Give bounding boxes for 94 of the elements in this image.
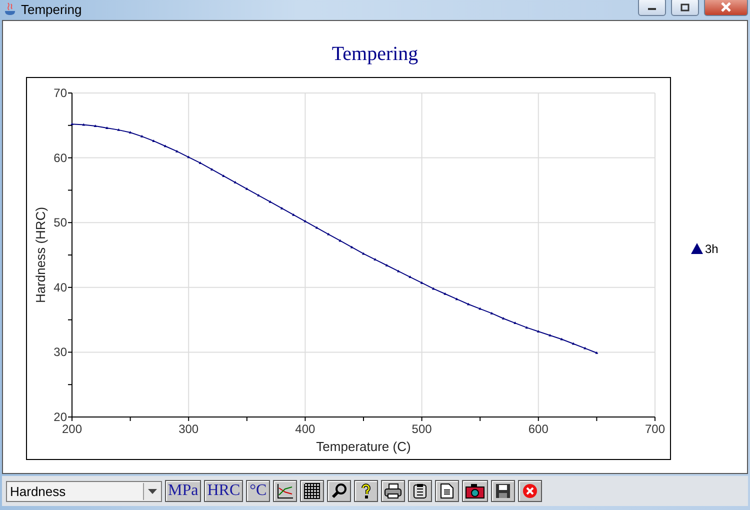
data-point [548, 334, 552, 336]
search-icon [331, 483, 348, 499]
x-tick-label: 500 [412, 422, 432, 436]
data-point [175, 150, 178, 152]
data-point [490, 312, 494, 314]
close-button[interactable] [704, 0, 748, 16]
data-point [94, 124, 97, 128]
maximize-button[interactable] [671, 0, 699, 16]
document-button[interactable] [435, 480, 460, 502]
data-point [245, 187, 248, 190]
data-point [595, 351, 598, 354]
camera-button[interactable] [462, 480, 488, 502]
save-button[interactable] [491, 480, 516, 502]
y-tick-label: 20 [54, 410, 67, 424]
data-point [257, 194, 260, 196]
document-icon [440, 483, 454, 499]
data-point [327, 232, 330, 236]
data-point [210, 168, 214, 170]
legend-label: 3h [705, 242, 718, 256]
y-tick-label: 40 [54, 280, 67, 294]
data-point [560, 338, 564, 340]
save-icon [495, 483, 512, 499]
x-tick-label: 600 [528, 422, 548, 436]
printer-icon [384, 483, 402, 499]
data-point [525, 326, 528, 329]
clipboard-button[interactable] [408, 480, 432, 502]
data-point [374, 258, 377, 261]
maximize-icon [680, 2, 690, 12]
data-point [536, 330, 540, 332]
data-point [408, 276, 412, 278]
chart-button[interactable] [273, 480, 298, 502]
data-point [514, 322, 517, 324]
data-point [292, 213, 296, 216]
unit-button[interactable]: °C [246, 480, 270, 502]
x-tick-label: 300 [178, 422, 199, 436]
app-icon [4, 2, 16, 16]
grid-button[interactable] [300, 480, 324, 502]
y-tick-label: 50 [54, 216, 67, 230]
help-button[interactable] [354, 480, 378, 502]
y-axis-label: Hardness (HRC) [33, 206, 48, 304]
x-tick-label: 400 [295, 422, 316, 436]
data-point [187, 156, 190, 158]
data-point [466, 302, 470, 306]
data-point [152, 139, 156, 142]
y-tick-label: 30 [54, 345, 67, 360]
x-tick-label: 700 [644, 422, 666, 436]
data-point [572, 342, 575, 345]
data-point [82, 123, 86, 126]
close-button[interactable] [518, 480, 542, 502]
data-point [234, 180, 237, 184]
minimize-button[interactable] [638, 0, 666, 16]
data-point [140, 134, 144, 138]
data-point [350, 246, 354, 248]
data-point [432, 287, 435, 290]
data-point [420, 281, 424, 284]
data-point [268, 200, 272, 203]
data-point [315, 226, 318, 229]
camera-icon [465, 483, 486, 499]
chart-icon [276, 483, 294, 499]
help-icon [359, 483, 374, 499]
clipboard-icon [412, 483, 428, 499]
data-point [362, 252, 365, 255]
data-point [584, 346, 587, 350]
data-point [478, 307, 482, 310]
chart-title: Tempering [330, 43, 420, 67]
data-point [304, 220, 307, 222]
data-point [444, 292, 447, 295]
unit-button[interactable]: MPa [165, 480, 202, 502]
data-point [128, 131, 132, 134]
y-tick-label: 60 [54, 150, 67, 165]
data-point [396, 270, 400, 272]
y-tick-label: 70 [54, 86, 67, 100]
data-point [198, 161, 202, 164]
search-button[interactable] [327, 480, 352, 502]
data-point [222, 174, 226, 177]
x-axis-label: Temperature (C) [316, 439, 411, 454]
data-point [338, 239, 342, 242]
x-tick-label: 200 [62, 422, 82, 436]
data-point [70, 122, 74, 126]
data-point [455, 298, 458, 300]
close-icon [522, 483, 538, 499]
window-title: Tempering [21, 2, 82, 16]
close-icon [720, 2, 732, 12]
data-point [385, 264, 388, 266]
data-point [164, 144, 167, 148]
data-point [280, 206, 284, 210]
data-point [117, 128, 120, 131]
data-point [105, 126, 108, 129]
data-point [502, 317, 505, 320]
unit-button[interactable]: HRC [204, 480, 244, 502]
property-dropdown[interactable]: Hardness [6, 480, 162, 502]
grid-icon [304, 483, 320, 499]
printer-button[interactable] [381, 480, 406, 502]
caret-icon [148, 488, 157, 494]
